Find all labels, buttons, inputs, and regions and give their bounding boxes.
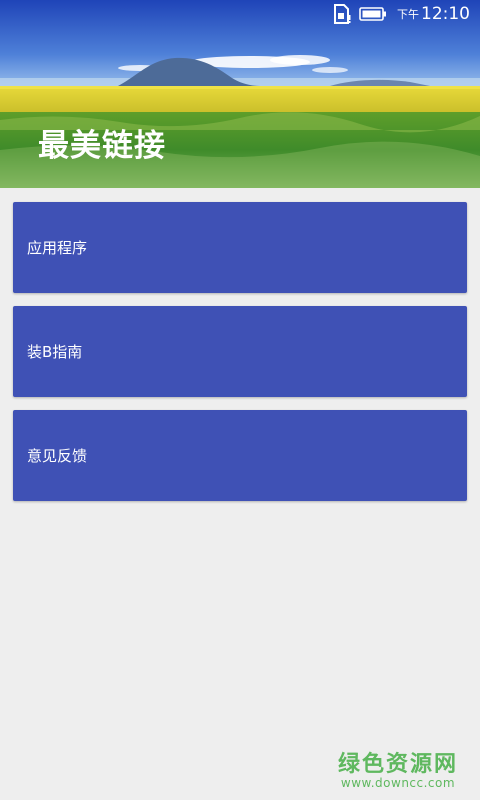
status-period: 下午: [397, 8, 419, 21]
watermark: 绿色资源网 www.downcc.com: [338, 746, 458, 790]
status-time: 12:10: [421, 4, 470, 24]
battery-icon: [359, 7, 387, 21]
menu-item-label: 意见反馈: [27, 447, 88, 465]
watermark-url: www.downcc.com: [340, 776, 456, 790]
status-bar: 下午 12:10: [0, 0, 480, 28]
menu-item-apps[interactable]: 应用程序: [13, 202, 467, 293]
menu-item-feedback[interactable]: 意见反馈: [13, 410, 467, 501]
watermark-title: 绿色资源网: [337, 752, 458, 777]
menu-item-label: 应用程序: [27, 239, 88, 257]
menu-item-label: 装B指南: [27, 343, 83, 361]
menu-item-guide[interactable]: 装B指南: [13, 306, 467, 397]
sim-card-icon: [333, 4, 351, 24]
menu-list: 应用程序 装B指南 意见反馈: [13, 202, 467, 514]
screen: 下午 12:10 最美链接 应用程序 装B指南 意见反馈 绿色资源网 www.d…: [0, 0, 480, 800]
app-title: 最美链接: [38, 128, 166, 164]
header-banner: 下午 12:10 最美链接: [0, 0, 480, 188]
